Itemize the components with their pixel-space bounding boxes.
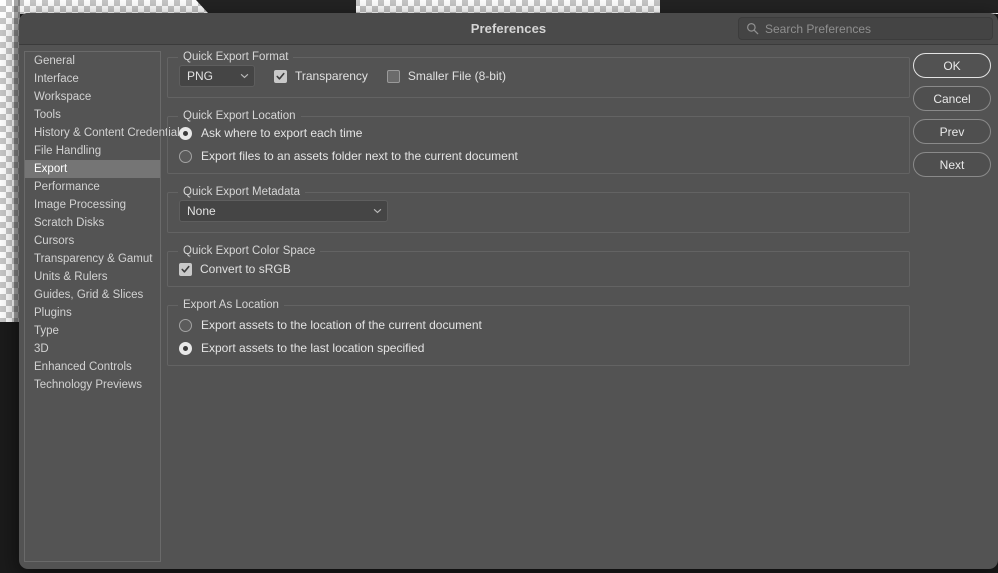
convert-to-srgb-checkbox[interactable] <box>179 263 192 276</box>
sidebar-item-scratch-disks[interactable]: Scratch Disks <box>25 214 160 232</box>
quick-export-metadata-select-wrap: None <box>179 200 388 222</box>
smaller-file-checkbox[interactable] <box>387 70 400 83</box>
sidebar-item-history-content-credentials[interactable]: History & Content Credentials <box>25 124 160 142</box>
sidebar-item-enhanced-controls[interactable]: Enhanced Controls <box>25 358 160 376</box>
dialog-button-column: OK Cancel Prev Next <box>913 53 993 185</box>
search-icon <box>746 22 759 35</box>
sidebar-item-interface[interactable]: Interface <box>25 70 160 88</box>
preferences-category-list[interactable]: General Interface Workspace Tools Histor… <box>24 51 161 562</box>
quick-export-location-group: Quick Export Location Ask where to expor… <box>167 110 910 174</box>
sidebar-item-general[interactable]: General <box>25 52 160 70</box>
quick-export-location-label-ask: Ask where to export each time <box>201 126 362 140</box>
sidebar-item-plugins[interactable]: Plugins <box>25 304 160 322</box>
quick-export-format-select[interactable]: PNG <box>179 65 255 87</box>
export-as-location-group: Export As Location Export assets to the … <box>167 299 910 366</box>
quick-export-location-legend: Quick Export Location <box>178 110 301 122</box>
quick-export-color-space-legend: Quick Export Color Space <box>178 245 320 257</box>
search-preferences-field[interactable] <box>738 17 993 40</box>
radio-dot <box>183 346 188 351</box>
export-as-location-label-current-document: Export assets to the location of the cur… <box>201 318 482 332</box>
quick-export-location-radio-ask[interactable] <box>179 127 192 140</box>
export-as-location-radio-current-document[interactable] <box>179 319 192 332</box>
canvas-notch-shape <box>196 0 356 13</box>
checkmark-icon <box>276 72 285 81</box>
quick-export-metadata-select[interactable]: None <box>179 200 388 222</box>
quick-export-location-label-assets-folder: Export files to an assets folder next to… <box>201 149 518 163</box>
dialog-body: General Interface Workspace Tools Histor… <box>19 45 998 569</box>
next-button[interactable]: Next <box>913 152 991 177</box>
sidebar-item-transparency-gamut[interactable]: Transparency & Gamut <box>25 250 160 268</box>
quick-export-format-select-wrap: PNG <box>179 65 255 87</box>
quick-export-location-radio-assets-folder[interactable] <box>179 150 192 163</box>
checkmark-icon <box>181 265 190 274</box>
export-as-location-legend: Export As Location <box>178 299 284 311</box>
sidebar-item-image-processing[interactable]: Image Processing <box>25 196 160 214</box>
quick-export-format-legend: Quick Export Format <box>178 51 293 63</box>
export-as-location-label-last-location: Export assets to the last location speci… <box>201 341 424 355</box>
sidebar-item-tools[interactable]: Tools <box>25 106 160 124</box>
dialog-titlebar: Preferences <box>19 13 998 45</box>
quick-export-metadata-legend: Quick Export Metadata <box>178 186 305 198</box>
radio-dot <box>183 131 188 136</box>
convert-to-srgb-label: Convert to sRGB <box>200 262 291 276</box>
transparency-checkbox[interactable] <box>274 70 287 83</box>
sidebar-item-units-rulers[interactable]: Units & Rulers <box>25 268 160 286</box>
sidebar-item-file-handling[interactable]: File Handling <box>25 142 160 160</box>
transparency-label: Transparency <box>295 69 368 83</box>
sidebar-item-workspace[interactable]: Workspace <box>25 88 160 106</box>
sidebar-item-technology-previews[interactable]: Technology Previews <box>25 376 160 394</box>
export-as-location-radio-last-location[interactable] <box>179 342 192 355</box>
search-input[interactable] <box>765 18 992 39</box>
prev-button[interactable]: Prev <box>913 119 991 144</box>
sidebar-item-performance[interactable]: Performance <box>25 178 160 196</box>
ok-button[interactable]: OK <box>913 53 991 78</box>
cancel-button[interactable]: Cancel <box>913 86 991 111</box>
export-settings-panel: Quick Export Format PNG <box>167 51 910 378</box>
quick-export-format-group: Quick Export Format PNG <box>167 51 910 98</box>
quick-export-metadata-group: Quick Export Metadata None <box>167 186 910 233</box>
canvas-dark-band-right <box>660 0 998 13</box>
sidebar-item-3d[interactable]: 3D <box>25 340 160 358</box>
preferences-dialog: Preferences General Interface Workspace … <box>19 13 998 569</box>
smaller-file-label: Smaller File (8-bit) <box>408 69 506 83</box>
sidebar-item-guides-grid-slices[interactable]: Guides, Grid & Slices <box>25 286 160 304</box>
sidebar-item-cursors[interactable]: Cursors <box>25 232 160 250</box>
sidebar-item-export[interactable]: Export <box>25 160 160 178</box>
sidebar-item-type[interactable]: Type <box>25 322 160 340</box>
quick-export-color-space-group: Quick Export Color Space Convert to sRGB <box>167 245 910 287</box>
